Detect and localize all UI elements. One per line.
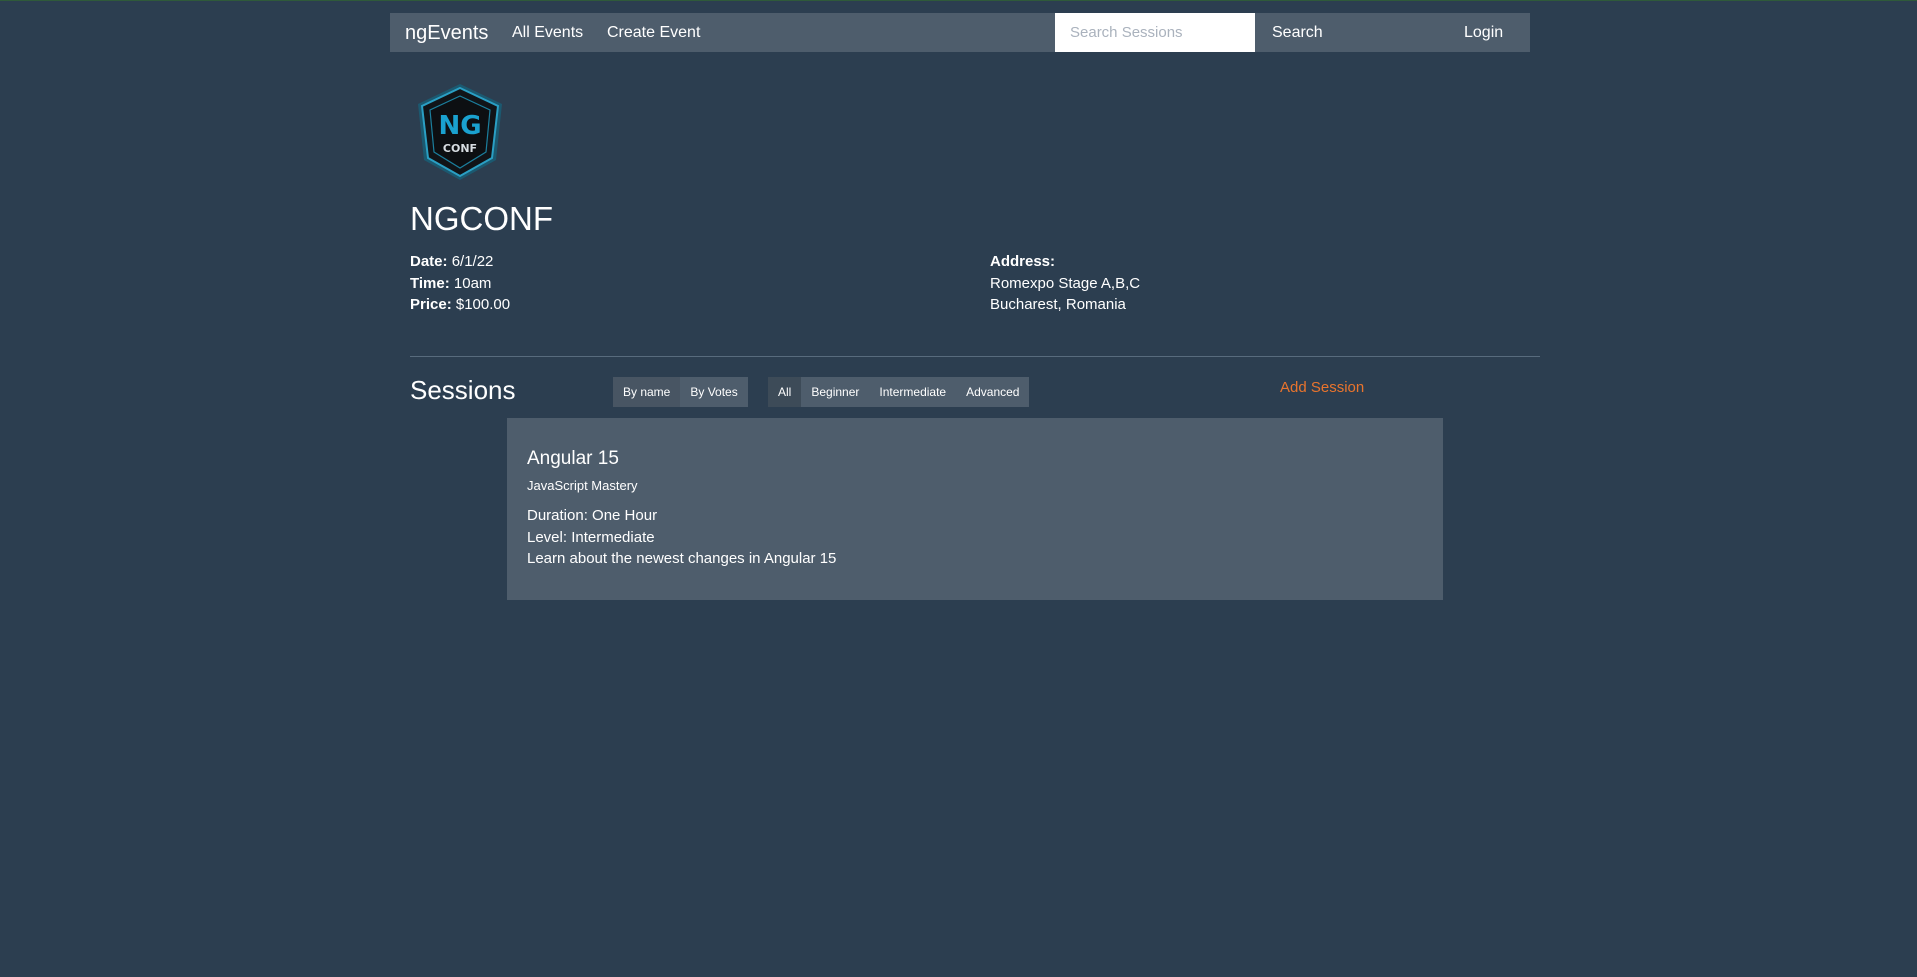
event-time: Time: 10am [410,273,510,295]
session-duration: Duration: One Hour [527,507,658,524]
address-line2: Bucharest, Romania [990,296,1126,313]
sessions-heading: Sessions [410,375,516,405]
add-session-link[interactable]: Add Session [1280,379,1364,396]
session-level: Level: Intermediate [527,528,655,546]
filter-advanced-button[interactable]: Advanced [956,377,1030,407]
time-label: Time: [410,274,450,292]
window-top-border [0,0,1917,1]
price-label: Price: [410,296,452,313]
ng-conf-logo: NG CONF [412,82,508,182]
sort-by-votes-button[interactable]: By Votes [680,377,748,407]
date-label: Date: [410,253,448,270]
section-divider [410,356,1540,357]
svg-text:NG: NG [438,111,481,141]
filter-intermediate-button[interactable]: Intermediate [869,377,957,407]
filter-beginner-button[interactable]: Beginner [801,377,870,407]
time-value: 10am [453,274,492,292]
create-event-link[interactable]: Create Event [607,24,700,42]
event-title: NGCONF [410,200,553,237]
svg-text:CONF: CONF [443,142,477,155]
search-button[interactable]: Search [1272,24,1323,42]
search-input[interactable] [1055,13,1255,52]
navbar: ngEvents All Events Create Event Search … [390,13,1530,52]
filter-all-button[interactable]: All [768,377,802,407]
event-details: Date: 6/1/22 Time: 10am Price: $100.00 [410,251,510,316]
login-link[interactable]: Login [1464,24,1503,42]
session-abstract: Learn about the newest changes in Angula… [527,550,837,567]
brand-link[interactable]: ngEvents [405,22,488,45]
event-price: Price: $100.00 [410,294,510,316]
event-date: Date: 6/1/22 [410,251,510,273]
session-details: Duration: One Hour Level: Intermediate L… [527,505,836,570]
level-filter-group: All Beginner Intermediate Advanced [768,377,1030,407]
session-name: Angular 15 [527,448,619,469]
session-card[interactable]: Angular 15 JavaScript Mastery Duration: … [507,418,1443,600]
sort-by-name-button[interactable]: By name [613,377,681,407]
address-label: Address: [990,253,1056,270]
date-value: 6/1/22 [451,253,494,270]
price-value: $100.00 [455,296,511,313]
all-events-link[interactable]: All Events [512,24,583,42]
event-address: Address: Romexpo Stage A,B,C Bucharest, … [990,251,1140,316]
session-presenter: JavaScript Mastery [527,478,638,493]
sort-button-group: By name By Votes [613,377,748,407]
address-line1: Romexpo Stage A,B,C [990,274,1141,292]
